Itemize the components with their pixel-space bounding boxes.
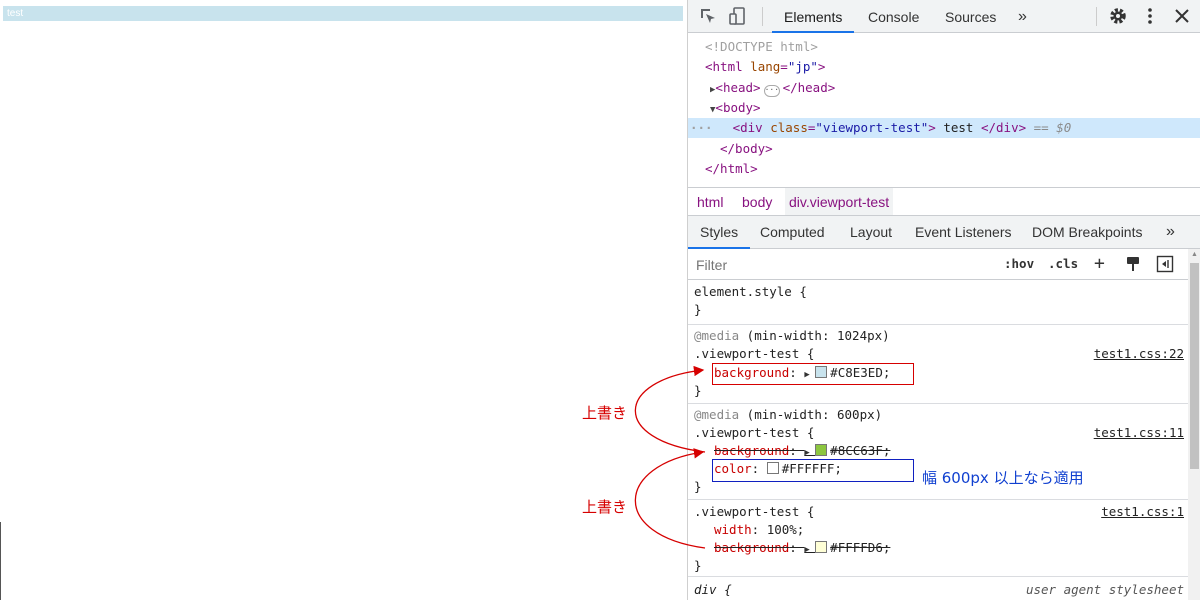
- color-swatch[interactable]: [815, 444, 828, 456]
- rule-element-style: element.style { }: [688, 280, 1188, 325]
- eq-marker: ==: [1026, 120, 1057, 135]
- devtools-panel: Elements Console Sources » <!DOCTYPE htm…: [687, 0, 1200, 600]
- breadcrumb-html[interactable]: html: [693, 188, 727, 215]
- property-name[interactable]: background: [714, 540, 789, 555]
- filter-input[interactable]: [690, 253, 998, 277]
- tab-dom-breakpoints[interactable]: DOM Breakpoints: [1032, 216, 1142, 248]
- tab-console[interactable]: Console: [868, 0, 919, 32]
- tree-node-head[interactable]: ▶<head> ··· </head>: [688, 78, 1200, 98]
- cls-toggle[interactable]: .cls: [1048, 249, 1078, 280]
- source-link[interactable]: test1.css:22: [1094, 345, 1184, 363]
- toggle-sidebar-icon[interactable]: [1156, 255, 1174, 273]
- media-at: @media: [694, 407, 740, 422]
- tree-node-html-close[interactable]: </html>: [688, 159, 1200, 179]
- html-tag: <html: [705, 59, 743, 74]
- devtools-tabbar: Elements Console Sources »: [688, 0, 1200, 33]
- html-close-tag: </html>: [705, 161, 758, 176]
- highlight-box-blue: [712, 459, 914, 482]
- more-subtabs-chevron-icon[interactable]: »: [1166, 216, 1175, 248]
- source-link[interactable]: test1.css:11: [1094, 424, 1184, 442]
- viewport-test-div: test: [3, 6, 683, 21]
- rule-base: .viewport-test { test1.css:1 width: 100%…: [688, 500, 1188, 577]
- expand-triangle-icon[interactable]: ▶: [804, 545, 815, 555]
- property-value[interactable]: 100%;: [767, 522, 805, 537]
- tree-node-body[interactable]: ▼<body>: [688, 98, 1200, 118]
- toolbar-separator: [762, 7, 763, 26]
- gear-icon[interactable]: [1108, 6, 1128, 26]
- body-tag: <body>: [715, 100, 761, 115]
- div-tag: <div: [732, 120, 763, 135]
- tree-node-doctype[interactable]: <!DOCTYPE html>: [688, 37, 1200, 57]
- rule-selector[interactable]: .viewport-test {: [694, 503, 814, 521]
- tab-sources[interactable]: Sources: [945, 0, 996, 32]
- head-close-tag: </head>: [782, 80, 836, 95]
- lang-value: "jp": [787, 59, 818, 74]
- styles-rules: element.style { } @media (min-width: 102…: [688, 280, 1188, 600]
- div-text-node: test: [935, 120, 981, 135]
- media-query: (min-width: 600px): [739, 407, 883, 422]
- elements-tree: <!DOCTYPE html> <html lang="jp"> ▶<head>…: [688, 34, 1200, 187]
- styles-scrollbar[interactable]: ▲: [1188, 249, 1200, 600]
- rule-close-brace: }: [694, 479, 702, 494]
- doctype-text: <!DOCTYPE html>: [705, 39, 818, 54]
- rule-user-agent: div { user agent stylesheet: [688, 577, 1188, 600]
- hov-toggle[interactable]: :hov: [1004, 249, 1034, 280]
- inspect-element-icon[interactable]: [698, 6, 718, 26]
- kebab-menu-icon[interactable]: [1140, 6, 1160, 26]
- tab-event-listeners[interactable]: Event Listeners: [915, 216, 1012, 248]
- highlight-box-red: [712, 363, 914, 385]
- more-tabs-chevron-icon[interactable]: »: [1018, 0, 1027, 32]
- media-query: (min-width: 1024px): [739, 328, 890, 343]
- ua-source-label: user agent stylesheet: [1025, 582, 1184, 597]
- div-close-tag: </div>: [980, 120, 1027, 135]
- rule-selector[interactable]: .viewport-test {: [694, 345, 814, 363]
- rule-selector[interactable]: .viewport-test {: [694, 424, 814, 442]
- property-name[interactable]: background: [714, 443, 789, 458]
- breadcrumb-div[interactable]: div.viewport-test: [785, 188, 894, 215]
- paint-brush-icon[interactable]: [1124, 255, 1142, 273]
- element-style-selector[interactable]: element.style {: [694, 283, 807, 301]
- override-label-2: 上書き: [582, 498, 628, 516]
- lang-attr: lang: [750, 59, 781, 74]
- node-menu-dots-icon[interactable]: ···: [690, 120, 713, 135]
- head-tag: <head>: [715, 80, 761, 95]
- source-link[interactable]: test1.css:1: [1101, 503, 1184, 521]
- ellipsis-icon[interactable]: ···: [763, 85, 780, 97]
- media-note-label: 幅 600px 以上なら適用: [922, 469, 1084, 487]
- scrollbar-thumb[interactable]: [1190, 263, 1199, 469]
- rule-close-brace: }: [694, 558, 702, 573]
- breadcrumb-body[interactable]: body: [738, 188, 776, 215]
- tree-node-html[interactable]: <html lang="jp">: [688, 57, 1200, 77]
- dollar-zero: $0: [1056, 120, 1072, 135]
- media-at: @media: [694, 328, 740, 343]
- tab-layout[interactable]: Layout: [850, 216, 892, 248]
- class-attr: class: [770, 120, 808, 135]
- expand-triangle-icon[interactable]: ▶: [804, 448, 815, 458]
- styles-filter-bar: :hov .cls +: [688, 249, 1188, 280]
- tab-computed[interactable]: Computed: [760, 216, 825, 248]
- tab-elements[interactable]: Elements: [772, 0, 855, 33]
- breadcrumb: html body div.viewport-test: [688, 187, 1200, 216]
- body-close-tag: </body>: [720, 141, 773, 156]
- override-label-1: 上書き: [582, 404, 628, 422]
- rule-close-brace: }: [694, 383, 702, 398]
- tab-styles[interactable]: Styles: [688, 216, 751, 249]
- rule-selector[interactable]: div {: [694, 581, 732, 599]
- class-value: "viewport-test": [815, 120, 929, 135]
- add-rule-plus-icon[interactable]: +: [1094, 249, 1105, 280]
- property-value[interactable]: #8CC63F;: [830, 443, 890, 458]
- toolbar-separator: [1096, 7, 1097, 26]
- viewport-edge-line: [0, 522, 1, 600]
- scroll-up-icon[interactable]: ▲: [1191, 251, 1198, 258]
- device-toolbar-icon[interactable]: [728, 6, 748, 26]
- color-swatch[interactable]: [815, 541, 828, 553]
- rule-close-brace: }: [694, 302, 702, 317]
- tree-node-div-selected[interactable]: ··· <div class="viewport-test"> test </di…: [688, 118, 1200, 138]
- tree-node-body-close[interactable]: </body>: [688, 139, 1200, 159]
- property-value[interactable]: #FFFFD6;: [830, 540, 890, 555]
- styles-subtabs: Styles Computed Layout Event Listeners D…: [688, 216, 1200, 249]
- close-icon[interactable]: [1172, 6, 1192, 26]
- property-name[interactable]: width: [714, 522, 752, 537]
